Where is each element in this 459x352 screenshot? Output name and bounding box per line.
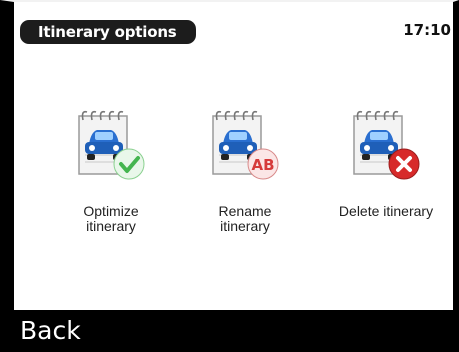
itinerary-optimize-icon <box>78 110 145 180</box>
itinerary-delete-icon <box>353 110 420 180</box>
optimize-itinerary-label: Optimize itinerary <box>83 203 139 234</box>
back-button[interactable]: Back <box>20 314 81 348</box>
rename-itinerary-button[interactable]: AB Rename itinerary <box>181 100 309 234</box>
delete-itinerary-button[interactable]: Delete itinerary <box>322 100 450 219</box>
page-title: Itinerary options <box>20 20 196 44</box>
itinerary-rename-icon: AB <box>212 110 279 180</box>
screen: Itinerary options 17:10 Optimize itinera… <box>0 0 459 352</box>
svg-text:AB: AB <box>251 156 274 174</box>
rename-itinerary-label: Rename itinerary <box>218 203 272 234</box>
delete-itinerary-label: Delete itinerary <box>338 203 434 219</box>
clock: 17:10 <box>403 21 451 39</box>
bottom-bar: Back <box>0 310 459 352</box>
optimize-itinerary-button[interactable]: Optimize itinerary <box>47 100 175 234</box>
